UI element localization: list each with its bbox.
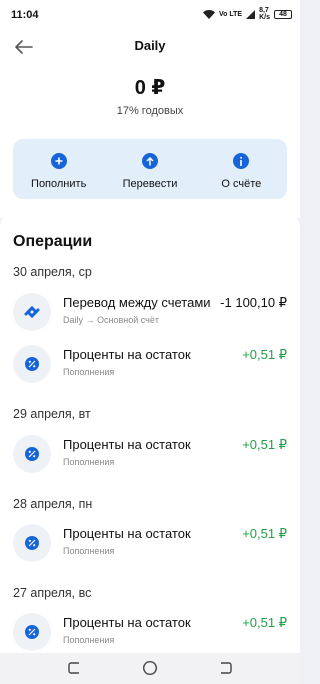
home-icon [142,660,158,676]
account-header: Daily 0 ₽ 17% годовых Пополнить Перевест… [0,28,300,218]
date-header: 30 апреля, ср [13,265,92,279]
status-time: 11:04 [11,9,39,21]
back-nav-icon [221,662,232,674]
operation-name: Проценты на остаток [63,526,191,541]
topup-label: Пополнить [31,178,87,190]
percent-icon-wrap [13,345,51,383]
operation-sub: Пополнения [63,546,115,556]
speed-value: 8,7 [259,7,269,14]
date-header: 29 апреля, вт [13,407,91,421]
operation-sub: Пополнения [63,457,115,467]
operation-sub: Пополнения [63,367,115,377]
speed-indicator: 8,7 K/s [259,7,270,21]
status-icons: Vo LTE 8,7 K/s 48 [203,7,292,21]
percent-icon [25,536,39,550]
operations-title: Операции [13,233,93,250]
percent-icon [25,447,39,461]
recents-icon [68,662,79,674]
operation-row[interactable]: Проценты на остаток Пополнения +0,51 ₽ [0,433,300,477]
transfer-label: Перевести [122,178,178,190]
signal-icon [246,9,256,19]
percent-icon-wrap [13,435,51,473]
info-icon [233,153,250,169]
home-button[interactable] [141,659,159,677]
operation-name: Проценты на остаток [63,437,191,452]
back-nav-button[interactable] [216,659,234,677]
percent-icon-wrap [13,524,51,562]
operation-name: Проценты на остаток [63,347,191,362]
operation-name: Перевод между счетами [63,295,211,310]
arrow-up-icon [141,153,158,169]
date-header: 28 апреля, пн [13,497,93,511]
percent-icon-wrap [13,613,51,651]
operation-sub: Daily → Основной счёт [63,315,159,325]
operation-row[interactable]: Проценты на остаток Пополнения +0,51 ₽ [0,343,300,387]
operation-amount: +0,51 ₽ [242,347,287,362]
page-title: Daily [134,38,166,53]
transfer-icon [13,293,51,331]
operation-amount: +0,51 ₽ [242,526,287,541]
system-nav-bar [0,653,300,684]
date-header: 27 апреля, вс [13,586,92,600]
operation-sub: Пополнения [63,635,115,645]
operation-name: Проценты на остаток [63,615,191,630]
percent-icon [25,357,39,371]
operation-amount: +0,51 ₽ [242,437,287,452]
actions-panel: Пополнить Перевести О счёте [13,139,287,199]
about-account-button[interactable]: О счёте [196,139,287,199]
plus-icon [50,153,67,169]
battery-icon: 48 [274,9,292,19]
operation-row[interactable]: Проценты на остаток Пополнения +0,51 ₽ [0,611,300,655]
network-label: Vo LTE [219,10,243,18]
recents-button[interactable] [66,659,84,677]
transfer-button[interactable]: Перевести [104,139,195,199]
operation-amount: +0,51 ₽ [242,615,287,630]
account-balance: 0 ₽ [134,77,166,99]
interest-rate: 17% годовых [116,105,184,117]
operation-row[interactable]: Перевод между счетами Daily → Основной с… [0,291,300,335]
operation-amount: -1 100,10 ₽ [217,295,287,311]
percent-icon [25,625,39,639]
wifi-icon [203,9,216,19]
operations-section: Операции 30 апреля, ср Перевод между сче… [0,213,300,653]
speed-unit: K/s [259,14,270,21]
topup-button[interactable]: Пополнить [13,139,104,199]
status-bar: 11:04 Vo LTE 8,7 K/s 48 [0,0,300,28]
about-account-label: О счёте [221,178,262,190]
operation-row[interactable]: Проценты на остаток Пополнения +0,51 ₽ [0,522,300,566]
